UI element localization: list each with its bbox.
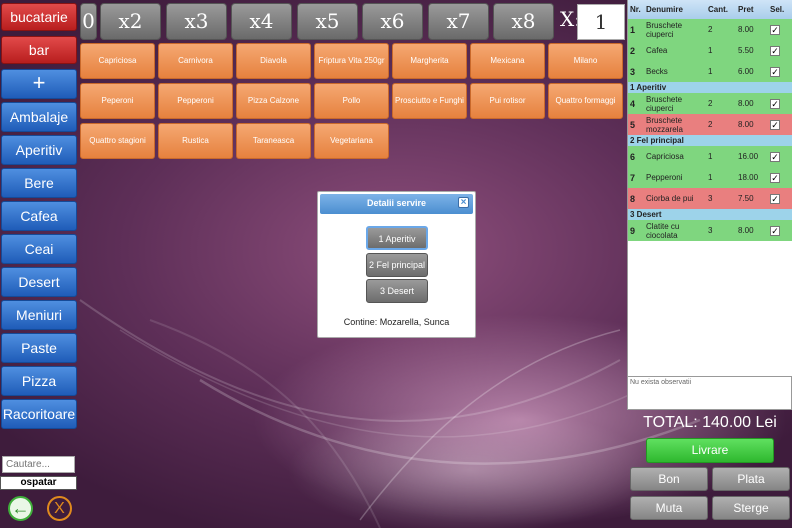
cancel-x-icon[interactable]: X (47, 496, 72, 521)
course-option-desert[interactable]: 3 Desert (366, 279, 428, 303)
product-button[interactable]: Rustica (158, 123, 233, 159)
dialog-contents-text: Contine: Mozarella, Sunca (343, 317, 450, 327)
product-button[interactable]: Taraneasca (236, 123, 311, 159)
category-cafea[interactable]: Cafea (1, 201, 77, 231)
order-ticket-button[interactable]: Bon Comanda (630, 467, 708, 508)
product-button[interactable]: Milano (548, 43, 623, 79)
order-panel: Nr. Denumire Cant. Pret Sel. 1 Bruschete… (627, 0, 792, 410)
move-button[interactable]: Muta (630, 496, 708, 520)
table-row[interactable]: 3 Becks 1 6.00 ✓ (628, 61, 792, 82)
category-racoritoare[interactable]: Racoritoare (1, 399, 77, 429)
table-row[interactable]: 9 Clatite cu ciocolata 3 8.00 ✓ (628, 220, 792, 241)
multiplier-x2[interactable]: x2 (100, 3, 161, 40)
col-price: Pret (736, 0, 768, 19)
table-row[interactable]: 1 Bruschete ciuperci 2 8.00 ✓ (628, 19, 792, 40)
table-row[interactable]: 6 Capriciosa 1 16.00 ✓ (628, 146, 792, 167)
product-button[interactable]: Prosciutto e Funghi (392, 83, 467, 119)
table-row[interactable]: 5 Bruschete mozzarela 2 8.00 ✓ (628, 114, 792, 135)
product-button[interactable]: Pepperoni (158, 83, 233, 119)
delete-button[interactable]: Sterge (712, 496, 790, 520)
dialog-header: Detalii servire × (320, 194, 473, 214)
table-row[interactable]: 8 Ciorba de pui 3 7.50 ✓ (628, 188, 792, 209)
product-button[interactable]: Friptura Vita 250gr (314, 43, 389, 79)
dialog-title: Detalii servire (366, 198, 427, 208)
serving-details-dialog: Detalii servire × 1 Aperitiv 2 Fel princ… (317, 191, 476, 338)
multiplier-x5[interactable]: x5 (297, 3, 358, 40)
multiplier-x8[interactable]: x8 (493, 3, 554, 40)
category-bere[interactable]: Bere (1, 168, 77, 198)
course-group-header: 2 Fel principal (628, 135, 792, 146)
category-aperitiv[interactable]: Aperitiv (1, 135, 77, 165)
select-checkbox[interactable]: ✓ (770, 193, 780, 204)
product-button[interactable]: Vegetariana (314, 123, 389, 159)
product-button[interactable]: Pui rotisor (470, 83, 545, 119)
product-button[interactable]: Mexicana (470, 43, 545, 79)
category-paste[interactable]: Paste (1, 333, 77, 363)
close-icon[interactable]: × (458, 197, 469, 208)
category-desert[interactable]: Desert (1, 267, 77, 297)
waiter-button[interactable]: ospatar (0, 476, 77, 490)
location-button-bar[interactable]: bar (1, 36, 77, 64)
multiplier-x7[interactable]: x7 (428, 3, 489, 40)
select-checkbox[interactable]: ✓ (770, 119, 780, 130)
select-checkbox[interactable]: ✓ (770, 45, 780, 56)
back-arrow-icon[interactable]: ← (8, 496, 33, 521)
notes-textarea[interactable]: Nu exista observatii (627, 376, 792, 410)
multiplier-x6[interactable]: x6 (362, 3, 423, 40)
product-button[interactable]: Capriciosa (80, 43, 155, 79)
select-checkbox[interactable]: ✓ (770, 24, 780, 35)
category-ambalaje[interactable]: Ambalaje (1, 102, 77, 132)
deliver-button[interactable]: Livrare (646, 438, 774, 463)
col-sel: Sel. (768, 0, 792, 19)
order-table-header: Nr. Denumire Cant. Pret Sel. (628, 0, 792, 19)
table-row[interactable]: 4 Bruschete ciuperci 2 8.00 ✓ (628, 93, 792, 114)
category-pizza[interactable]: Pizza (1, 366, 77, 396)
col-name: Denumire (644, 0, 706, 19)
multiplier-x4[interactable]: x4 (231, 3, 292, 40)
order-total: TOTAL: 140.00 Lei (643, 414, 777, 431)
select-checkbox[interactable]: ✓ (770, 98, 780, 109)
product-button[interactable]: Diavola (236, 43, 311, 79)
product-button[interactable]: Quattro formaggi (548, 83, 623, 119)
product-button[interactable]: Peperoni (80, 83, 155, 119)
table-row[interactable]: 2 Cafea 1 5.50 ✓ (628, 40, 792, 61)
select-checkbox[interactable]: ✓ (770, 151, 780, 162)
course-option-main[interactable]: 2 Fel principal (366, 253, 428, 277)
add-category-button[interactable]: + (1, 69, 77, 99)
category-ceai[interactable]: Ceai (1, 234, 77, 264)
course-option-aperitiv[interactable]: 1 Aperitiv (366, 226, 428, 250)
table-row[interactable]: 7 Pepperoni 1 18.00 ✓ (628, 167, 792, 188)
course-group-header: 1 Aperitiv (628, 82, 792, 93)
select-checkbox[interactable]: ✓ (770, 172, 780, 183)
order-table: Nr. Denumire Cant. Pret Sel. 1 Bruschete… (628, 0, 792, 241)
multiplier-x3[interactable]: x3 (166, 3, 227, 40)
left-sidebar: bucatarie bar + Ambalaje Aperitiv Bere C… (1, 3, 77, 432)
product-button[interactable]: Margherita (392, 43, 467, 79)
product-button[interactable]: Carnivora (158, 43, 233, 79)
pay-button[interactable]: Plata (712, 467, 790, 491)
location-button-kitchen[interactable]: bucatarie (1, 3, 77, 31)
product-button[interactable]: Pizza Calzone (236, 83, 311, 119)
custom-multiplier-input[interactable]: 1 (577, 4, 625, 40)
category-meniuri[interactable]: Meniuri (1, 300, 77, 330)
product-button[interactable]: Quattro stagioni (80, 123, 155, 159)
product-button[interactable]: Pollo (314, 83, 389, 119)
search-input[interactable] (2, 456, 75, 473)
col-nr: Nr. (628, 0, 644, 19)
multiplier-0[interactable]: 0 (80, 3, 97, 40)
course-group-header: 3 Desert (628, 209, 792, 220)
col-qty: Cant. (706, 0, 736, 19)
select-checkbox[interactable]: ✓ (770, 66, 780, 77)
select-checkbox[interactable]: ✓ (770, 225, 780, 236)
